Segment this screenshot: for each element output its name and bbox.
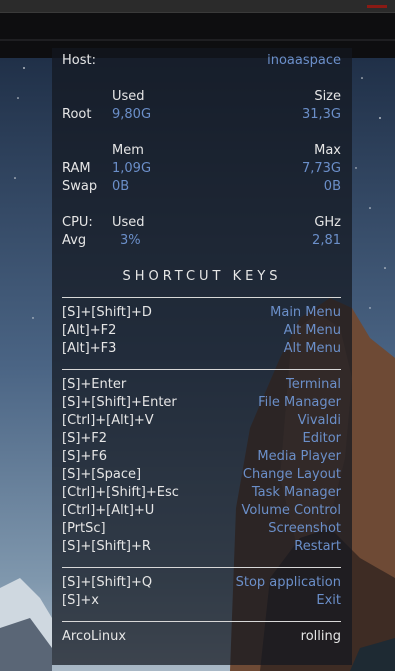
shortcut-keys: [S]+Enter (62, 377, 127, 392)
root-size: 31,3G (301, 107, 341, 122)
top-panel-bar (0, 0, 395, 12)
ram-used: 1,09G (112, 161, 152, 176)
shortcut-keys: [S]+x (62, 593, 99, 608)
mem-header: Mem (112, 143, 144, 158)
root-size-header: Size (314, 89, 341, 104)
shortcut-action: Alt Menu (283, 341, 341, 356)
shortcut-row: [S]+[Shift]+Q Stop application (62, 574, 341, 592)
ram-row: RAM 1,09G 7,73G (62, 160, 341, 178)
host-value: inoaaspace (267, 53, 341, 68)
top-panel-indicator (367, 5, 387, 8)
cpu-header-row: CPU: Used GHz (62, 214, 341, 232)
swap-used: 0B (112, 179, 130, 194)
shortcut-row: [S]+[Space] Change Layout (62, 466, 341, 484)
shortcut-row: [PrtSc] Screenshot (62, 520, 341, 538)
shortcut-action: Restart (294, 539, 341, 554)
separator-2 (62, 369, 341, 370)
shortcut-row: [S]+F6 Media Player (62, 448, 341, 466)
separator-3 (62, 567, 341, 568)
shortcut-row: [S]+[Shift]+Enter File Manager (62, 394, 341, 412)
shortcut-keys: [Alt]+F2 (62, 323, 117, 338)
shortcut-row: [S]+x Exit (62, 592, 341, 610)
shortcut-row: [S]+[Shift]+R Restart (62, 538, 341, 556)
shortcut-action: Main Menu (270, 305, 341, 320)
shortcut-action: Stop application (235, 575, 341, 590)
shortcut-action: Media Player (257, 449, 341, 464)
swap-row: Swap 0B 0B (62, 178, 341, 196)
cpu-avg-ghz: 2,81 (312, 233, 341, 248)
release-type: rolling (300, 629, 341, 644)
root-row: Root 9,80G 31,3G (62, 106, 341, 124)
shortcut-action: Alt Menu (283, 323, 341, 338)
shortcut-row: [S]+[Shift]+D Main Menu (62, 304, 341, 322)
root-used-header: Used (112, 89, 145, 104)
ram-label: RAM (62, 161, 91, 176)
separator-4 (62, 621, 341, 622)
shortcut-keys: [Ctrl]+[Alt]+V (62, 413, 154, 428)
shortcut-action: Vivaldi (297, 413, 341, 428)
shortcut-row: [Alt]+F2 Alt Menu (62, 322, 341, 340)
root-header-row: Used Size (62, 88, 341, 106)
host-row: Host: inoaaspace (62, 52, 341, 70)
shortcut-action: Task Manager (251, 485, 341, 500)
shortcut-keys: [S]+[Shift]+D (62, 305, 152, 320)
separator-1 (62, 297, 341, 298)
distro-name: ArcoLinux (62, 629, 127, 644)
cpu-avg-row: Avg 3% 2,81 (62, 232, 341, 250)
cpu-label: CPU: (62, 215, 93, 230)
shortcut-keys: [Alt]+F3 (62, 341, 117, 356)
shortcut-keys-heading: SHORTCUT KEYS (122, 269, 282, 284)
shortcut-keys: [S]+[Shift]+Enter (62, 395, 177, 410)
conky-system-panel: Host: inoaaspace Used Size Root 9,80G 31… (52, 48, 352, 665)
shortcut-row: [Ctrl]+[Alt]+U Volume Control (62, 502, 341, 520)
shortcut-action: File Manager (258, 395, 341, 410)
shortcut-action: Editor (302, 431, 341, 446)
shortcut-keys: [S]+[Shift]+R (62, 539, 151, 554)
shortcut-action: Change Layout (242, 467, 341, 482)
shortcut-keys: [S]+F6 (62, 449, 108, 464)
shortcut-action: Exit (316, 593, 341, 608)
memory-header-row: Mem Max (62, 142, 341, 160)
shortcut-keys: [S]+[Shift]+Q (62, 575, 153, 590)
cpu-used-header: Used (112, 215, 145, 230)
shortcut-row: [S]+Enter Terminal (62, 376, 341, 394)
shortcut-keys: [Ctrl]+[Alt]+U (62, 503, 155, 518)
shortcut-action: Screenshot (268, 521, 341, 536)
shortcut-keys: [S]+[Space] (62, 467, 142, 482)
titlebar-edge (0, 39, 395, 41)
root-used: 9,80G (112, 107, 152, 122)
shortcut-row: [Alt]+F3 Alt Menu (62, 340, 341, 358)
shortcut-keys: [S]+F2 (62, 431, 108, 446)
shortcut-row: [Ctrl]+[Alt]+V Vivaldi (62, 412, 341, 430)
max-header: Max (314, 143, 341, 158)
footer-row: ArcoLinux rolling (62, 628, 341, 646)
cpu-ghz-header: GHz (314, 215, 341, 230)
root-label: Root (62, 107, 92, 122)
swap-max: 0B (323, 179, 341, 194)
host-label: Host: (62, 53, 96, 68)
swap-label: Swap (62, 179, 98, 194)
cpu-avg-used: 3% (120, 233, 141, 248)
shortcut-row: [Ctrl]+[Shift]+Esc Task Manager (62, 484, 341, 502)
ram-max: 7,73G (301, 161, 341, 176)
shortcut-action: Volume Control (241, 503, 341, 518)
shortcut-action: Terminal (286, 377, 341, 392)
shortcut-keys: [PrtSc] (62, 521, 106, 536)
shortcut-keys: [Ctrl]+[Shift]+Esc (62, 485, 179, 500)
cpu-avg-label: Avg (62, 233, 87, 248)
shortcut-row: [S]+F2 Editor (62, 430, 341, 448)
